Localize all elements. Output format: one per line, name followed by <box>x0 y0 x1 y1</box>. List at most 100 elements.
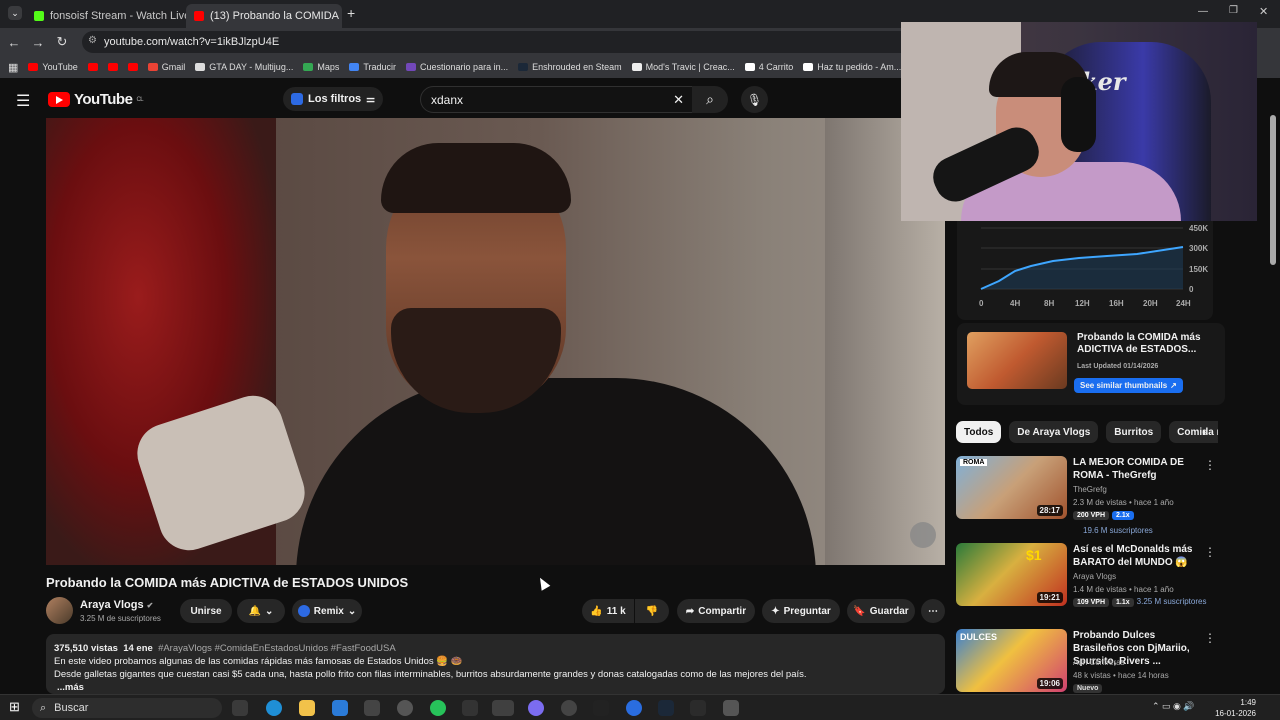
system-tray-icons[interactable]: ⌃ ▭ ◉ 🔊 <box>1152 701 1195 712</box>
chip-burritos[interactable]: Burritos <box>1106 421 1162 443</box>
bookmark-cuestionario[interactable]: Cuestionario para in... <box>406 62 508 72</box>
more-options-icon[interactable]: ⋮ <box>1204 545 1216 559</box>
page-scrollbar[interactable] <box>1270 115 1276 265</box>
video-description[interactable]: 375,510 vistas 14 ene #ArayaVlogs #Comid… <box>46 634 945 694</box>
channel-watermark-icon[interactable] <box>910 522 936 548</box>
like-button[interactable]: 👍 11 k <box>582 599 634 623</box>
more-options-icon[interactable]: ⋮ <box>1204 631 1216 645</box>
restore-icon[interactable]: ❐ <box>1229 5 1238 16</box>
video-thumbnail[interactable]: DULCES 19:06 <box>956 629 1067 692</box>
upload-date: 14 ene <box>123 643 153 654</box>
recommended-video[interactable]: ROMA 28:17 LA MEJOR COMIDA DE ROMA - The… <box>956 456 1216 535</box>
chips-next-icon[interactable]: › <box>1202 424 1206 439</box>
video-thumbnail[interactable]: $1 19:21 <box>956 543 1067 606</box>
page-icon <box>631 63 642 71</box>
site-info-icon[interactable]: ⚙ <box>88 35 97 46</box>
recommended-video[interactable]: DULCES 19:06 Probando Dulces Brasileños … <box>956 629 1216 695</box>
x-tick: 24H <box>1176 299 1191 308</box>
more-actions-button[interactable]: ⋯ <box>921 599 945 623</box>
chip-de-araya-vlogs[interactable]: De Araya Vlogs <box>1009 421 1099 443</box>
tab-kick-stream[interactable]: fonsoisf Stream - Watch Live or ✕ <box>26 4 186 28</box>
ask-button[interactable]: ✦ Preguntar <box>762 599 840 623</box>
windows-start-icon[interactable]: ⊞ <box>9 699 20 715</box>
bookmark-pedido[interactable]: Haz tu pedido - Am... <box>803 62 901 72</box>
close-window-icon[interactable]: ✕ <box>1259 5 1268 18</box>
apps-grid-icon[interactable]: ▦ <box>8 61 18 74</box>
share-button[interactable]: ➦ Compartir <box>677 599 755 623</box>
edge-icon[interactable] <box>266 700 282 716</box>
app-icon[interactable] <box>626 700 642 716</box>
thumbnail-card-updated: Last Updated 01/14/2026 <box>1077 363 1159 370</box>
bookmark-youtube[interactable]: YouTube <box>28 62 78 72</box>
epic-games-icon[interactable] <box>593 700 609 716</box>
bookmark-youtube-4[interactable] <box>127 63 138 71</box>
video-player[interactable] <box>46 118 945 565</box>
app-icon[interactable] <box>462 700 478 716</box>
taskbar-clock[interactable]: 1:49 16-01-2026 <box>1215 697 1256 719</box>
microphone-icon: 🎙 <box>746 92 763 107</box>
clear-search-icon[interactable]: ✕ <box>673 92 684 108</box>
chip-comida[interactable]: Comida r <box>1169 421 1218 443</box>
file-explorer-icon[interactable] <box>299 700 315 716</box>
notifications-button[interactable]: 🔔 ⌄ <box>237 599 285 623</box>
hashtags[interactable]: #ArayaVlogs #ComidaEnEstadosUnidos #Fast… <box>158 643 396 654</box>
multiplier-badge: 2.1x <box>1112 511 1134 520</box>
recommended-video[interactable]: $1 19:21 Así es el McDonalds más BARATO … <box>956 543 1216 609</box>
join-button[interactable]: Unirse <box>180 599 232 623</box>
view-count: 375,510 vistas <box>54 643 118 654</box>
chrome-active-icon[interactable] <box>492 700 514 716</box>
new-tab-button[interactable]: + <box>347 5 355 21</box>
channel-name[interactable]: Araya Vlogs ✔ <box>80 599 153 611</box>
app-icon[interactable] <box>723 700 739 716</box>
back-arrow-icon[interactable]: ← <box>2 35 26 50</box>
dislike-button[interactable]: 👎 <box>635 599 669 623</box>
bookmark-mods-travic[interactable]: Mod's Travic | Creac... <box>631 62 735 72</box>
voice-search-button[interactable]: 🎙 <box>741 86 768 113</box>
search-input[interactable]: xdanx ✕ <box>420 86 693 113</box>
store-icon[interactable] <box>364 700 380 716</box>
steam-icon[interactable] <box>658 700 674 716</box>
task-view-icon[interactable] <box>232 700 248 716</box>
minimize-icon[interactable]: — <box>1198 6 1208 17</box>
obs-icon[interactable] <box>561 700 577 716</box>
app-icon[interactable] <box>397 700 413 716</box>
youtube-logo[interactable]: YouTube CL <box>48 91 144 108</box>
see-similar-button[interactable]: See similar thumbnails ↗ <box>1074 378 1183 393</box>
filters-button[interactable]: Los filtros ⚌ <box>283 87 384 111</box>
bookmark-gmail[interactable]: Gmail <box>147 62 185 72</box>
channel-avatar[interactable] <box>46 597 73 624</box>
tab-youtube-video[interactable]: (13) Probando la COMIDA más ✕ <box>186 4 342 28</box>
video-thumbnail[interactable]: ROMA 28:17 <box>956 456 1067 519</box>
bookmark-enshrouded[interactable]: Enshrouded en Steam <box>518 62 622 72</box>
translate-icon <box>349 63 360 71</box>
bookmark-youtube-3[interactable] <box>107 63 118 71</box>
video-title: Así es el McDonalds más BARATO del MUNDO… <box>1073 544 1193 568</box>
save-button[interactable]: 🔖 Guardar <box>847 599 915 623</box>
taskbar-search[interactable]: ⌕ Buscar <box>32 698 222 718</box>
show-more-link[interactable]: ...más <box>54 681 937 694</box>
bookmark-youtube-2[interactable] <box>87 63 98 71</box>
tab-search-icon[interactable]: ⌄ <box>8 6 22 20</box>
discord-icon[interactable] <box>528 700 544 716</box>
chip-todos[interactable]: Todos <box>956 421 1002 443</box>
url-field[interactable]: ⚙ youtube.com/watch?v=1ikBJlzpU4E <box>82 31 912 53</box>
app-icon[interactable] <box>690 700 706 716</box>
xbox-icon[interactable] <box>430 700 446 716</box>
remix-button[interactable]: Remix ⌄ <box>292 599 362 623</box>
menu-hamburger-icon[interactable]: ☰ <box>16 91 30 111</box>
bookmark-traducir[interactable]: Traducir <box>349 62 396 72</box>
steam-icon <box>518 63 529 71</box>
forward-arrow-icon[interactable]: → <box>26 35 50 50</box>
video-subscribers: 19.6 M suscriptores <box>1083 526 1153 535</box>
thumbnail-preview[interactable] <box>967 332 1067 389</box>
reload-icon[interactable]: ↻ <box>50 34 74 50</box>
search-button[interactable]: ⌕ <box>692 86 728 113</box>
bookmark-gta-day[interactable]: GTA DAY - Multijug... <box>195 62 293 72</box>
subscriber-count: 3.25 M de suscriptores <box>80 614 161 623</box>
more-options-icon[interactable]: ⋮ <box>1204 458 1216 472</box>
bookmark-maps[interactable]: Maps <box>303 62 339 72</box>
bookmark-carrito[interactable]: 4 Carrito <box>744 62 793 72</box>
mail-icon[interactable] <box>332 700 348 716</box>
youtube-icon <box>87 63 98 71</box>
youtube-favicon-icon <box>194 11 204 21</box>
